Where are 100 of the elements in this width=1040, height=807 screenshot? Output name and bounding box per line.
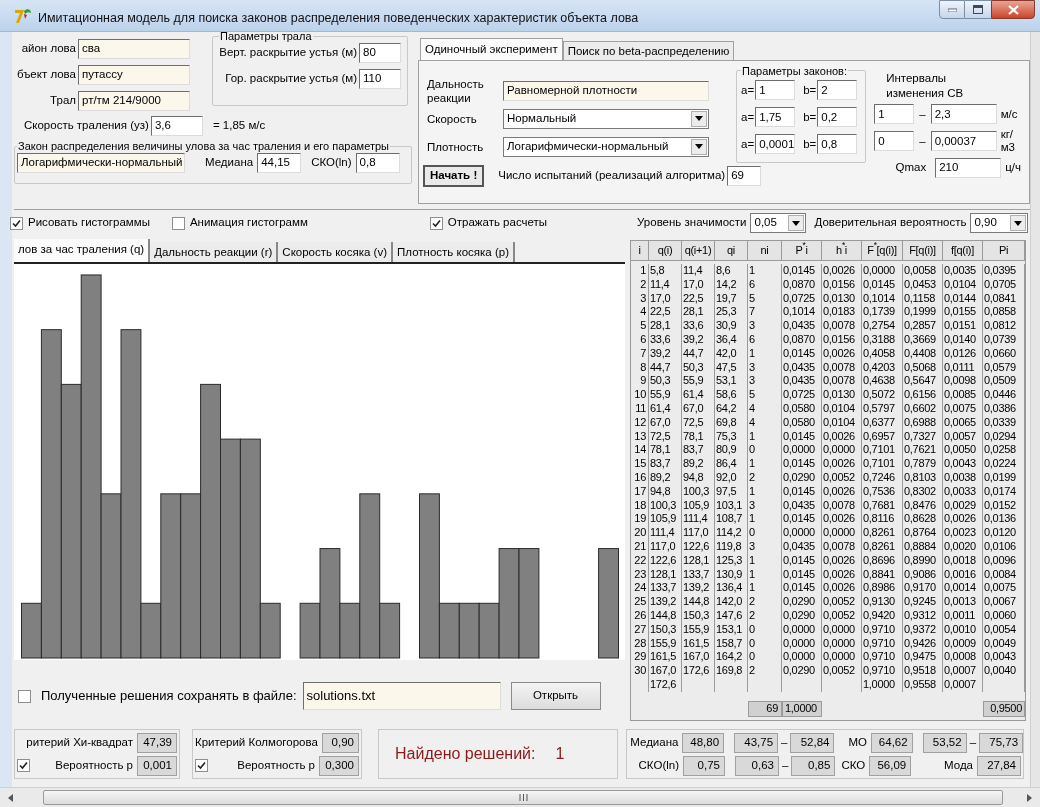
label: Скорость траления (уз) <box>24 118 149 134</box>
table-cell: 105,9 <box>682 498 715 513</box>
text-field[interactable]: 0,8 <box>355 153 400 173</box>
table-cell: 94,8 <box>649 484 682 499</box>
table-cell: 6 <box>748 333 782 347</box>
table-cell: 0,0000 <box>822 636 862 651</box>
text-field[interactable]: 0,0001 <box>755 134 796 155</box>
table-cell: 0,0057 <box>943 429 983 444</box>
table-cell: 0,0014 <box>943 581 983 596</box>
scroll-left-icon[interactable] <box>8 793 13 802</box>
tab[interactable]: Скорость косяка (v) <box>278 242 394 262</box>
label: Вероятность р <box>237 757 315 773</box>
text-field[interactable]: 2 <box>817 80 858 101</box>
text-field[interactable]: 2,3 <box>930 104 997 125</box>
tab[interactable]: Поиск по beta-распределению <box>562 40 735 60</box>
table-cell: 0,8476 <box>903 498 943 513</box>
dropdown[interactable]: 0,90 <box>970 213 1029 233</box>
text-field[interactable]: 110 <box>359 69 401 89</box>
table-cell: 0,0040 <box>983 664 1025 678</box>
table-cell: 23 <box>631 567 649 582</box>
table-cell: 0,0145 <box>782 512 822 527</box>
text-field[interactable]: 0,8 <box>817 134 858 155</box>
checkbox[interactable] <box>429 216 443 230</box>
table-cell: 39,2 <box>649 346 682 361</box>
text-field[interactable]: 1,75 <box>755 107 796 128</box>
text-field[interactable]: 44,15 <box>257 153 302 173</box>
table-cell: 0,0052 <box>822 595 862 609</box>
table-cell: 0,0084 <box>983 567 1025 582</box>
text-field[interactable]: сва <box>78 39 190 59</box>
text-field[interactable]: 1 <box>755 80 796 101</box>
checkbox[interactable] <box>195 759 208 772</box>
tab[interactable]: Плотность косяка (p) <box>393 242 515 262</box>
text-field[interactable]: 1 <box>874 104 915 125</box>
label: Вероятность р <box>55 757 133 773</box>
label: Верт. раскрытие устья (м) <box>219 45 357 61</box>
column-header: qi <box>715 241 748 260</box>
table-cell: 22 <box>631 553 649 568</box>
table-cell: 30 <box>631 664 649 678</box>
table-cell: 0,8696 <box>862 553 903 568</box>
table-cell: 9 <box>631 374 649 389</box>
scrollbar-thumb[interactable] <box>43 790 1003 805</box>
text-field[interactable]: Равномерной плотности <box>503 80 709 101</box>
table-cell: 0,0290 <box>782 595 822 609</box>
checkbox[interactable] <box>17 759 30 772</box>
text-field[interactable]: 210 <box>935 157 1002 178</box>
table-cell: 0,0435 <box>782 360 822 375</box>
tab[interactable]: Одиночный эксперимент <box>420 37 563 60</box>
label: СКО <box>841 757 866 773</box>
table-cell: 20 <box>631 526 649 540</box>
close-icon[interactable] <box>991 0 1035 19</box>
horizontal-scrollbar[interactable] <box>0 787 1040 807</box>
table-cell: 139,2 <box>682 581 715 596</box>
start-button[interactable]: Начать ! <box>423 164 485 187</box>
text-field[interactable]: 0,00037 <box>930 131 997 152</box>
table-cell: 0 <box>748 636 782 651</box>
value-readout: 53,52 <box>922 732 967 753</box>
text-field[interactable]: solutions.txt <box>302 682 501 710</box>
table-cell: 6 <box>631 333 649 347</box>
text-field[interactable]: 3,6 <box>150 116 203 136</box>
table-cell: 0,8261 <box>862 526 903 540</box>
maximize-icon[interactable] <box>965 0 991 19</box>
table-cell: 6 <box>748 277 782 292</box>
table-cell: 0,7101 <box>862 443 903 458</box>
text-field[interactable]: рт/тм 214/9000 <box>78 91 190 111</box>
dropdown[interactable]: 0,05 <box>750 213 807 233</box>
table-cell: 0,0026 <box>822 553 862 568</box>
vertical-scrollbar[interactable] <box>1030 32 1040 787</box>
text-field[interactable]: Логарифмически-нормальный <box>17 153 185 173</box>
checkbox[interactable] <box>18 689 31 703</box>
text-field[interactable]: 0 <box>874 131 915 152</box>
text-field[interactable]: 0,2 <box>817 107 858 128</box>
table-cell: 1 <box>748 346 782 361</box>
dropdown[interactable]: Логарифмически-нормальный <box>503 136 709 157</box>
table-cell: 0,0155 <box>943 305 983 320</box>
open-button[interactable]: Открыть <box>510 682 601 710</box>
table-cell: 0,9086 <box>903 567 943 582</box>
table-cell: 75,3 <box>715 429 748 444</box>
label: айон лова <box>20 41 76 57</box>
tab[interactable]: Дальность реакции (r) <box>150 242 279 262</box>
text-field[interactable]: 69 <box>727 165 762 186</box>
table-cell: 0,0078 <box>822 319 862 333</box>
table-cell: 0,0870 <box>782 333 822 347</box>
table-cell: 0,0049 <box>983 636 1025 651</box>
table-cell: 0,0174 <box>983 484 1025 499</box>
table-cell: 0,0841 <box>983 291 1025 306</box>
dropdown[interactable]: Нормальный <box>503 108 709 129</box>
checkbox[interactable] <box>10 216 23 230</box>
table-cell: 0,7879 <box>903 457 943 471</box>
label: a= <box>741 82 755 98</box>
scroll-right-icon[interactable] <box>1027 793 1032 802</box>
table-cell: 0,0739 <box>983 333 1025 347</box>
label: – <box>919 106 926 122</box>
text-field[interactable]: путассу <box>78 65 190 85</box>
table-cell: 0,1014 <box>862 291 903 306</box>
checkbox[interactable] <box>171 216 185 230</box>
tab[interactable]: лов за час траления (q) <box>14 239 151 262</box>
label: Интервалы изменения СВ <box>886 70 965 101</box>
table-cell: 0,0026 <box>943 512 983 527</box>
text-field[interactable]: 80 <box>359 43 401 63</box>
table-cell: 108,7 <box>715 512 748 527</box>
